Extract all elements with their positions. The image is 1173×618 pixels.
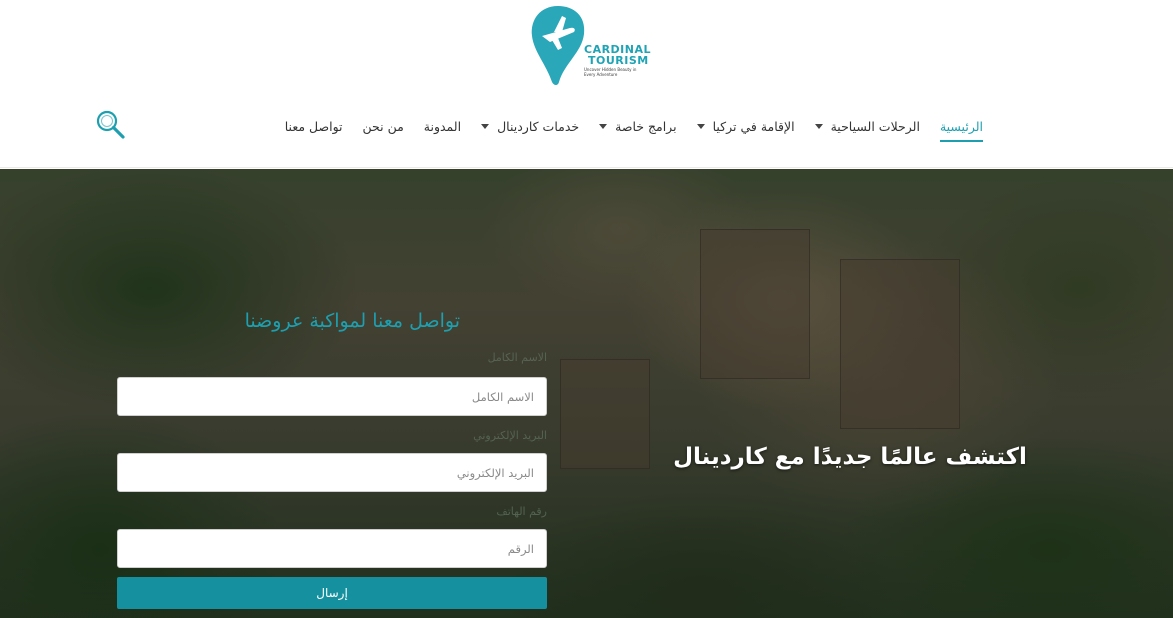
brand-wordmark: CARDINAL TOURISM Uncover Hidden Beauty i…: [584, 44, 651, 77]
nav-item-services[interactable]: خدمات كاردينال: [481, 112, 579, 140]
nav-item-tours[interactable]: الرحلات السياحية: [814, 112, 920, 140]
site-header: CARDINAL TOURISM Uncover Hidden Beauty i…: [0, 0, 1173, 168]
hero-background-rock-tomb: [840, 259, 960, 429]
nav-item-label: المدونة: [423, 118, 462, 134]
phone-input[interactable]: [117, 529, 547, 568]
hero-background-rock-tomb: [700, 229, 810, 379]
nav-item-about[interactable]: من نحن: [363, 112, 404, 140]
hero-section: اكتشف عالمًا جديدًا مع كاردينال تواصل مع…: [0, 169, 1173, 618]
hero-background-rock-tomb: [560, 359, 650, 469]
brand-tagline: Uncover Hidden Beauty in Every Adventure: [584, 67, 637, 77]
nav-item-blog[interactable]: المدونة: [424, 112, 461, 140]
chevron-down-icon: [814, 123, 823, 129]
email-input[interactable]: [117, 453, 547, 492]
brand-name-line2: TOURISM: [588, 54, 649, 67]
nav-item-home[interactable]: الرئيسية: [939, 112, 984, 142]
name-label: الاسم الكامل: [487, 351, 547, 364]
search-button[interactable]: [95, 109, 127, 141]
nav-item-label: من نحن: [362, 118, 404, 134]
chevron-down-icon: [696, 123, 705, 129]
search-icon: [96, 110, 125, 139]
nav-item-label: تواصل معنا: [284, 118, 343, 134]
full-name-input[interactable]: [117, 377, 547, 416]
nav-item-label: خدمات كاردينال: [497, 118, 580, 134]
nav-item-label: برامج خاصة: [615, 118, 677, 134]
nav-item-label: الرحلات السياحية: [830, 118, 920, 134]
contact-form-title: تواصل معنا لمواكبة عروضنا: [244, 310, 460, 332]
submit-button[interactable]: إرسال: [117, 577, 547, 609]
nav-item-label: الرئيسية: [939, 118, 983, 134]
nav-item-label: الإقامة في تركيا: [712, 118, 795, 134]
nav-item-special-programs[interactable]: برامج خاصة: [599, 112, 677, 140]
nav-item-contact[interactable]: تواصل معنا: [285, 112, 343, 140]
chevron-down-icon: [599, 123, 608, 129]
phone-label: رقم الهاتف: [496, 505, 547, 518]
email-label: البريد الإلكتروني: [473, 429, 547, 442]
main-nav: تواصل معنا من نحن المدونة خدمات كاردينال…: [285, 112, 984, 142]
chevron-down-icon: [481, 123, 490, 129]
nav-item-residence[interactable]: الإقامة في تركيا: [696, 112, 795, 140]
hero-headline: اكتشف عالمًا جديدًا مع كاردينال: [673, 444, 1027, 470]
